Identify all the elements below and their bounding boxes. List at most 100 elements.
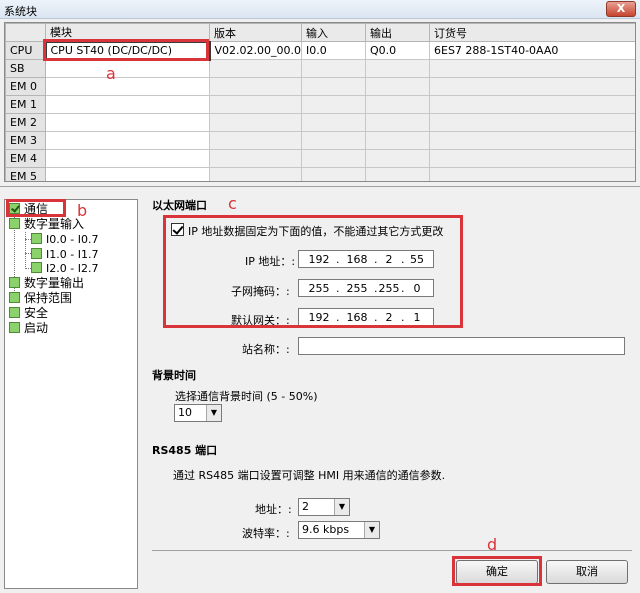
table-cell-input[interactable] <box>301 59 366 78</box>
table-cell-order[interactable] <box>429 149 635 168</box>
row-header-cell: EM 0 <box>5 77 46 96</box>
row-header-cell: EM 4 <box>5 149 46 168</box>
table-cell-version[interactable] <box>209 95 302 114</box>
table-cell-module[interactable] <box>45 131 210 150</box>
table-cell-order[interactable] <box>429 167 635 181</box>
close-button[interactable]: X <box>606 1 636 17</box>
table-cell-order[interactable] <box>429 95 635 114</box>
background-time-description: 选择通信背景时间 (5 - 50%) <box>175 390 318 403</box>
table-cell-version[interactable] <box>209 77 302 96</box>
table-cell-output[interactable] <box>365 131 430 150</box>
tree-item-retain-range[interactable]: 保持范围 <box>9 291 72 306</box>
tree-item-startup[interactable]: 启动 <box>9 321 48 336</box>
default-gateway-label: 默认网关：: <box>231 314 290 327</box>
table-row[interactable]: EM 5 <box>5 167 635 181</box>
column-header-slot <box>5 23 46 42</box>
row-header-cell: SB <box>5 59 46 78</box>
table-cell-module[interactable] <box>45 77 210 96</box>
table-cell-version[interactable] <box>209 113 302 132</box>
fixed-ip-checkbox[interactable] <box>171 223 184 236</box>
ip-address-label: IP 地址：: <box>245 255 296 268</box>
ip-octet: 1 <box>413 311 421 324</box>
table-row[interactable]: EM 1 <box>5 95 635 114</box>
table-cell-input[interactable]: I0.0 <box>301 41 366 60</box>
table-cell-version[interactable] <box>209 131 302 150</box>
subnet-mask-label: 子网掩码：: <box>231 285 290 298</box>
table-cell-input[interactable] <box>301 77 366 96</box>
chevron-down-icon: ▼ <box>206 405 221 421</box>
window-title: 系统块 <box>4 5 37 18</box>
table-row[interactable]: CPUCPU ST40 (DC/DC/DC)V02.02.00_00.00...… <box>5 40 635 61</box>
table-cell-version[interactable] <box>209 167 302 181</box>
table-cell-order[interactable]: 6ES7 288-1ST40-0AA0 <box>429 41 635 60</box>
table-cell-output[interactable] <box>365 59 430 78</box>
ip-octet: 2 <box>385 311 393 324</box>
table-cell-output[interactable] <box>365 149 430 168</box>
table-cell-order[interactable] <box>429 131 635 150</box>
ip-octet: 0 <box>413 282 421 295</box>
node-icon <box>9 307 20 318</box>
tree-item-di-range-2[interactable]: I2.0 - I2.7 <box>31 261 98 276</box>
table-cell-input[interactable] <box>301 149 366 168</box>
ip-address-field[interactable]: 192. 168. 2. 55 <box>298 250 434 268</box>
table-cell-order[interactable] <box>429 59 635 78</box>
tree-item-label: I2.0 - I2.7 <box>46 262 99 275</box>
node-icon <box>9 322 20 333</box>
column-header-version[interactable]: 版本 <box>209 23 302 42</box>
table-cell-module[interactable] <box>45 59 210 78</box>
station-name-label: 站名称：: <box>242 343 290 356</box>
tree-item-di-range-1[interactable]: I1.0 - I1.7 <box>31 247 98 262</box>
rs485-description: 通过 RS485 端口设置可调整 HMI 用来通信的通信参数. <box>173 469 446 482</box>
default-gateway-field[interactable]: 192. 168. 2. 1 <box>298 308 434 326</box>
chevron-down-icon: ▼ <box>364 522 379 538</box>
tree-item-label: 通信 <box>24 202 49 216</box>
row-header-cell: EM 2 <box>5 113 46 132</box>
table-row[interactable]: EM 3 <box>5 131 635 150</box>
row-header-cell: EM 5 <box>5 167 46 181</box>
table-cell-module[interactable] <box>45 95 210 114</box>
table-row[interactable]: SB <box>5 59 635 78</box>
table-row[interactable]: EM 0 <box>5 77 635 96</box>
table-cell-output[interactable] <box>365 113 430 132</box>
column-header-input[interactable]: 输入 <box>301 23 366 42</box>
table-cell-output[interactable] <box>365 95 430 114</box>
tree-item-communication[interactable]: 通信 <box>9 202 48 217</box>
rs485-address-select[interactable]: 2 ▼ <box>298 498 350 516</box>
column-header-output[interactable]: 输出 <box>365 23 430 42</box>
station-name-input[interactable] <box>298 337 625 355</box>
table-cell-module[interactable] <box>45 113 210 132</box>
tree-item-digital-input[interactable]: 数字量输入 <box>9 217 84 232</box>
table-cell-output[interactable]: Q0.0 <box>365 41 430 60</box>
cancel-button[interactable]: 取消 <box>546 560 628 584</box>
table-cell-input[interactable] <box>301 131 366 150</box>
table-cell-module[interactable] <box>45 167 210 181</box>
tree-item-di-range-0[interactable]: I0.0 - I0.7 <box>31 232 98 247</box>
ok-button[interactable]: 确定 <box>456 560 538 584</box>
ethernet-section-title: 以太网端口 <box>152 199 207 212</box>
baud-rate-label: 波特率：: <box>242 527 290 540</box>
baud-rate-select[interactable]: 9.6 kbps ▼ <box>298 521 380 539</box>
table-cell-output[interactable] <box>365 167 430 181</box>
table-row[interactable]: EM 2 <box>5 113 635 132</box>
table-cell-input[interactable] <box>301 113 366 132</box>
tree-item-label: I1.0 - I1.7 <box>46 248 99 261</box>
settings-tree: 通信 数字量输入 I0.0 - I0.7 I1.0 - I1.7 I2.0 - … <box>4 199 138 589</box>
table-cell-order[interactable] <box>429 77 635 96</box>
tree-item-digital-output[interactable]: 数字量输出 <box>9 276 84 291</box>
table-cell-version[interactable]: V02.02.00_00.00... <box>209 41 302 60</box>
table-row[interactable]: EM 4 <box>5 149 635 168</box>
ip-octet: 168 <box>346 253 368 266</box>
table-cell-module[interactable]: CPU ST40 (DC/DC/DC) <box>44 40 211 61</box>
table-cell-version[interactable] <box>209 149 302 168</box>
table-cell-input[interactable] <box>301 167 366 181</box>
table-cell-order[interactable] <box>429 113 635 132</box>
background-time-select[interactable]: 10 ▼ <box>174 404 222 422</box>
table-cell-input[interactable] <box>301 95 366 114</box>
column-header-order-number[interactable]: 订货号 <box>429 23 635 42</box>
table-cell-module[interactable] <box>45 149 210 168</box>
column-header-module[interactable]: 模块 <box>45 23 210 42</box>
tree-item-security[interactable]: 安全 <box>9 306 48 321</box>
subnet-mask-field[interactable]: 255. 255. 255. 0 <box>298 279 434 297</box>
table-cell-output[interactable] <box>365 77 430 96</box>
table-cell-version[interactable] <box>209 59 302 78</box>
